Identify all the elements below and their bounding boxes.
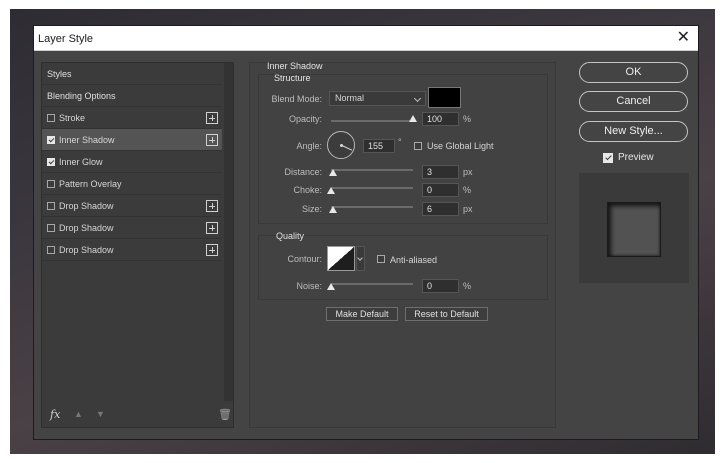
add-effect-icon[interactable] (206, 112, 218, 124)
use-global-light-label: Use Global Light (427, 141, 494, 151)
shadow-color-swatch[interactable] (428, 87, 461, 108)
anti-aliased-label: Anti-aliased (390, 255, 438, 265)
noise-label: Noise: (296, 281, 322, 291)
style-checkbox[interactable] (47, 136, 55, 144)
opacity-unit: % (463, 114, 472, 124)
style-row-pattern-overlay[interactable]: Pattern Overlay (42, 173, 222, 195)
contour-dropdown[interactable] (356, 246, 365, 271)
size-unit: px (463, 204, 473, 214)
fx-icon[interactable]: fx (50, 408, 60, 421)
style-row-label: Styles (47, 69, 72, 79)
style-checkbox[interactable] (47, 202, 55, 210)
angle-label: Angle: (296, 141, 322, 151)
distance-label: Distance: (284, 167, 322, 177)
noise-slider[interactable] (331, 283, 413, 285)
choke-slider[interactable] (331, 187, 413, 189)
size-slider[interactable] (331, 206, 413, 208)
make-default-button[interactable]: Make Default (326, 307, 398, 321)
new-style-button[interactable]: New Style... (579, 121, 688, 142)
style-checkbox[interactable] (47, 246, 55, 254)
choke-input[interactable]: 0 (422, 183, 459, 197)
distance-input[interactable]: 3 (422, 165, 459, 179)
quality-title: Quality (276, 231, 305, 241)
opacity-input[interactable]: 100 (422, 112, 459, 126)
style-checkbox[interactable] (47, 224, 55, 232)
styles-footer: fx ▲ ▼ 🗑 (42, 403, 233, 427)
style-row-label: Drop Shadow (59, 245, 114, 255)
distance-slider-thumb[interactable] (328, 169, 337, 176)
contour-label: Contour: (287, 254, 322, 264)
section-title: Inner Shadow (267, 61, 323, 71)
style-row-label: Drop Shadow (59, 223, 114, 233)
add-effect-icon[interactable] (206, 200, 218, 212)
use-global-light-checkbox[interactable] (414, 142, 422, 150)
style-row-stroke[interactable]: Stroke (42, 107, 222, 129)
add-effect-icon[interactable] (206, 244, 218, 256)
add-effect-icon[interactable] (206, 222, 218, 234)
style-row-blending-options[interactable]: Blending Options (42, 85, 222, 107)
cancel-button[interactable]: Cancel (579, 91, 688, 112)
style-checkbox[interactable] (47, 180, 55, 188)
trash-icon[interactable]: 🗑 (218, 408, 232, 421)
style-row-drop-shadow[interactable]: Drop Shadow (42, 195, 222, 217)
noise-slider-thumb[interactable] (327, 283, 335, 290)
ok-button[interactable]: OK (579, 62, 688, 83)
choke-label: Choke: (293, 185, 322, 195)
preview-checkbox[interactable] (603, 153, 613, 163)
preview-thumbnail (607, 202, 661, 257)
blend-mode-label: Blend Mode: (271, 94, 322, 104)
window-title: Layer Style (38, 33, 94, 45)
style-row-inner-glow[interactable]: Inner Glow (42, 151, 222, 173)
styles-scrollbar[interactable] (224, 63, 233, 401)
arrow-up-icon[interactable]: ▲ (74, 409, 83, 419)
blend-mode-value: Normal (335, 93, 365, 103)
style-row-label: Inner Shadow (59, 135, 115, 145)
style-row-drop-shadow[interactable]: Drop Shadow (42, 217, 222, 239)
style-row-label: Blending Options (47, 91, 116, 101)
structure-title: Structure (274, 73, 311, 83)
angle-dial[interactable] (327, 131, 355, 159)
style-row-label: Inner Glow (59, 157, 103, 167)
preview-label: Preview (618, 152, 654, 163)
opacity-label: Opacity: (288, 114, 322, 124)
add-effect-icon[interactable] (206, 134, 218, 146)
chevron-down-icon (413, 94, 422, 103)
arrow-down-icon[interactable]: ▼ (96, 409, 105, 419)
style-row-inner-shadow[interactable]: Inner Shadow (42, 129, 222, 151)
reset-to-default-button[interactable]: Reset to Default (405, 307, 488, 321)
style-preview (579, 173, 689, 283)
contour-preview[interactable] (327, 246, 355, 271)
choke-slider-thumb[interactable] (327, 187, 335, 194)
close-icon[interactable]: ✕ (677, 29, 690, 47)
noise-input[interactable]: 0 (422, 279, 459, 293)
style-row-drop-shadow[interactable]: Drop Shadow (42, 239, 222, 261)
chevron-down-icon (357, 255, 363, 261)
angle-unit: ° (398, 137, 402, 147)
style-checkbox[interactable] (47, 158, 55, 166)
style-checkbox[interactable] (47, 114, 55, 122)
size-slider-thumb[interactable] (329, 206, 338, 213)
opacity-slider-thumb[interactable] (409, 115, 417, 122)
distance-slider[interactable] (331, 169, 413, 171)
angle-input[interactable]: 155 (363, 139, 395, 153)
size-label: Size: (301, 204, 322, 214)
title-bar: Layer Style ✕ (34, 26, 698, 51)
size-input[interactable]: 6 (422, 202, 459, 216)
choke-unit: % (463, 185, 472, 195)
style-row-label: Stroke (59, 113, 86, 123)
angle-dial-needle (341, 145, 353, 151)
style-row-styles[interactable]: Styles (42, 63, 222, 85)
style-row-label: Pattern Overlay (59, 179, 122, 189)
distance-unit: px (463, 167, 473, 177)
noise-unit: % (463, 281, 472, 291)
style-row-label: Drop Shadow (59, 201, 114, 211)
opacity-slider[interactable] (331, 120, 413, 122)
anti-aliased-checkbox[interactable] (377, 255, 385, 263)
styles-panel: Styles Blending Options Stroke Inner Shadow… (41, 62, 234, 428)
styles-list: Styles Blending Options Stroke Inner Shadow… (42, 63, 222, 261)
inner-shadow-panel: Inner Shadow Structure Blend Mode: Norma… (249, 61, 556, 428)
blend-mode-dropdown[interactable]: Normal (329, 91, 426, 106)
